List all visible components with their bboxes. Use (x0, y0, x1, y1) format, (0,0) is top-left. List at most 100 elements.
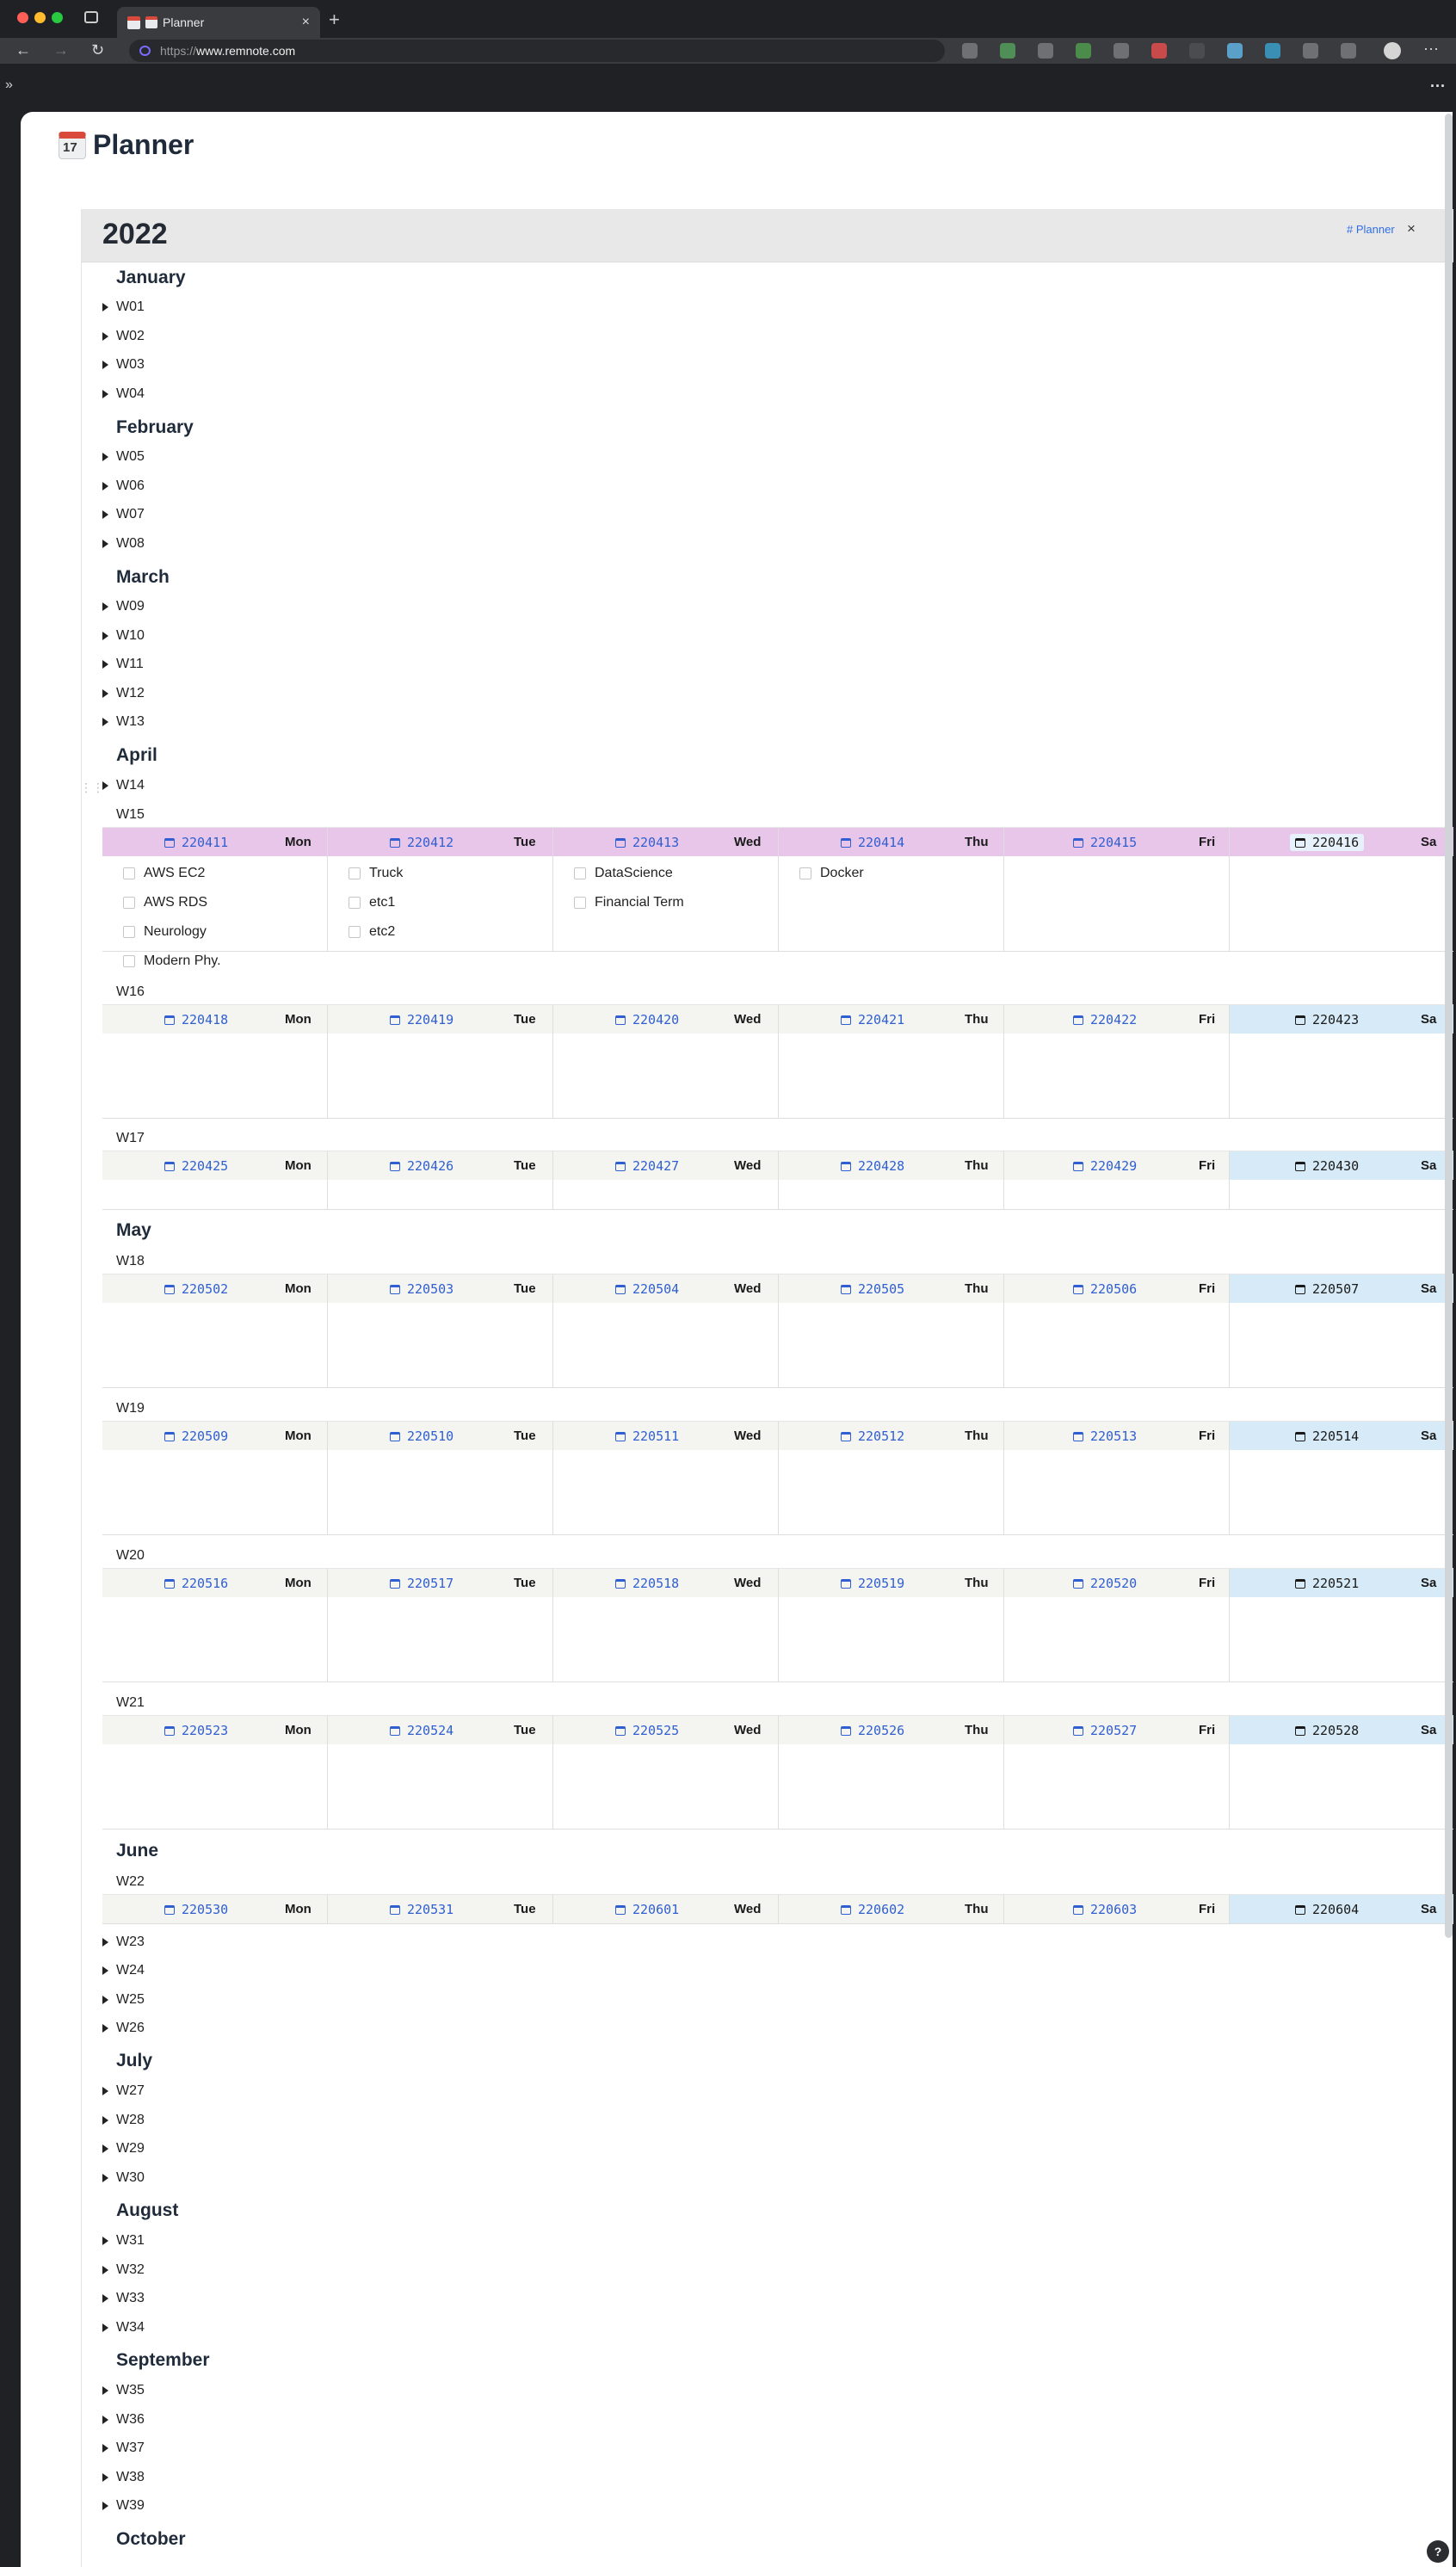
daily-doc-link[interactable]: 220518 (615, 1576, 679, 1591)
todo-item[interactable]: AWS EC2 (123, 866, 205, 881)
week-row[interactable]: W28 (102, 2112, 145, 2129)
week-row[interactable]: W31 (102, 2232, 145, 2249)
checkbox[interactable] (123, 955, 135, 967)
todo-item[interactable]: Truck (349, 866, 403, 881)
forward-arrow-icon[interactable]: → (53, 41, 69, 59)
day-cell-fri[interactable]: 220422 Fri (1004, 1005, 1230, 1119)
back-arrow-icon[interactable]: ← (15, 41, 31, 59)
close-window-button[interactable] (17, 12, 28, 23)
daily-doc-link[interactable]: 220514 (1295, 1429, 1359, 1444)
day-cell-tue[interactable]: 220531 Tue (328, 1895, 553, 1924)
daily-doc-link[interactable]: 220502 (164, 1281, 228, 1297)
tab-close-icon[interactable]: × (302, 15, 310, 30)
maximize-window-button[interactable] (52, 12, 63, 23)
extension-icon[interactable] (1189, 43, 1205, 59)
daily-doc-link[interactable]: 220428 (841, 1158, 904, 1174)
daily-doc-link[interactable]: 220530 (164, 1902, 228, 1917)
daily-doc-link[interactable]: 220504 (615, 1281, 679, 1297)
day-cell-fri[interactable]: 220506 Fri (1004, 1274, 1230, 1388)
daily-doc-link[interactable]: 220416 (1290, 834, 1365, 851)
week-row[interactable]: W39 (102, 2497, 145, 2515)
week-row[interactable]: W12 (102, 685, 145, 702)
day-cell-sat[interactable]: 220430 Sa (1230, 1151, 1453, 1210)
day-cell-thu[interactable]: 220505 Thu (779, 1274, 1004, 1388)
week-row[interactable]: W34 (102, 2319, 145, 2336)
day-cell-fri[interactable]: 220603 Fri (1004, 1895, 1230, 1924)
daily-doc-link[interactable]: 220517 (390, 1576, 453, 1591)
week-row[interactable]: W05 (102, 448, 145, 466)
daily-doc-link[interactable]: 220523 (164, 1723, 228, 1738)
week-row[interactable]: W38 (102, 2469, 145, 2486)
day-cell-tue[interactable]: 220510 Tue (328, 1422, 553, 1535)
daily-doc-link[interactable]: 220516 (164, 1576, 228, 1591)
help-button[interactable]: ? (1427, 2540, 1449, 2563)
week-row[interactable]: W06 (102, 478, 145, 495)
expand-sidebar-icon[interactable]: » (5, 77, 13, 93)
week-label[interactable]: W20 (116, 1547, 145, 1564)
daily-doc-link[interactable]: 220528 (1295, 1723, 1359, 1738)
daily-doc-link[interactable]: 220520 (1073, 1576, 1137, 1591)
daily-doc-link[interactable]: 220419 (390, 1012, 453, 1027)
day-cell-wed[interactable]: 220525 Wed (553, 1716, 779, 1830)
checkbox[interactable] (123, 867, 135, 879)
week-row[interactable]: W35 (102, 2382, 145, 2399)
expand-triangle-icon[interactable] (102, 510, 108, 519)
expand-triangle-icon[interactable] (102, 2024, 108, 2033)
daily-doc-link[interactable]: 220506 (1073, 1281, 1137, 1297)
expand-triangle-icon[interactable] (102, 482, 108, 491)
day-cell-thu[interactable]: 220414 Thu Docker (779, 828, 1004, 952)
expand-triangle-icon[interactable] (102, 689, 108, 698)
day-cell-mon[interactable]: 220418 Mon (102, 1005, 328, 1119)
expand-triangle-icon[interactable] (102, 540, 108, 548)
day-cell-mon[interactable]: 220523 Mon (102, 1716, 328, 1830)
week-row[interactable]: W23 (102, 1934, 145, 1951)
week-row[interactable]: W03 (102, 356, 145, 373)
daily-doc-link[interactable]: 220527 (1073, 1723, 1137, 1738)
day-cell-thu[interactable]: 220602 Thu (779, 1895, 1004, 1924)
day-cell-tue[interactable]: 220412 Tue Truck etc1 etc2 (328, 828, 553, 952)
expand-triangle-icon[interactable] (102, 2116, 108, 2125)
favorites-icon[interactable] (1341, 43, 1356, 59)
day-cell-mon[interactable]: 220502 Mon (102, 1274, 328, 1388)
expand-triangle-icon[interactable] (102, 781, 108, 790)
expand-triangle-icon[interactable] (102, 1938, 108, 1947)
expand-triangle-icon[interactable] (102, 2386, 108, 2395)
daily-doc-link[interactable]: 220413 (615, 835, 679, 850)
day-cell-fri[interactable]: 220527 Fri (1004, 1716, 1230, 1830)
checkbox[interactable] (123, 897, 135, 909)
day-cell-wed[interactable]: 220518 Wed (553, 1569, 779, 1682)
tab-planner[interactable]: Planner × (117, 7, 320, 38)
week-row[interactable]: W01 (102, 299, 145, 316)
expand-triangle-icon[interactable] (102, 2444, 108, 2453)
checkbox[interactable] (799, 867, 811, 879)
week-row[interactable]: W25 (102, 1991, 145, 2009)
daily-doc-link[interactable]: 220415 (1073, 835, 1137, 850)
extension-icon[interactable] (1151, 43, 1167, 59)
tag-close-icon[interactable]: × (1407, 220, 1416, 238)
day-cell-sat[interactable]: 220507 Sa (1230, 1274, 1453, 1388)
week-row[interactable]: W10 (102, 627, 145, 645)
week-row[interactable]: W14 (102, 777, 145, 794)
checkbox[interactable] (123, 926, 135, 938)
profile-avatar[interactable] (1384, 42, 1401, 59)
extension-icon[interactable] (1076, 43, 1091, 59)
week-label[interactable]: W15 (116, 806, 145, 824)
day-cell-thu[interactable]: 220512 Thu (779, 1422, 1004, 1535)
extension-icon[interactable] (1000, 43, 1015, 59)
daily-doc-link[interactable]: 220427 (615, 1158, 679, 1174)
daily-doc-link[interactable]: 220411 (164, 835, 228, 850)
extension-icon[interactable] (1227, 43, 1243, 59)
daily-doc-link[interactable]: 220511 (615, 1429, 679, 1444)
expand-triangle-icon[interactable] (102, 303, 108, 312)
todo-item[interactable]: AWS RDS (123, 895, 207, 910)
daily-doc-link[interactable]: 220603 (1073, 1902, 1137, 1917)
daily-doc-link[interactable]: 220519 (841, 1576, 904, 1591)
extension-icon[interactable] (1114, 43, 1129, 59)
day-cell-mon[interactable]: 220425 Mon (102, 1151, 328, 1210)
day-cell-fri[interactable]: 220415 Fri (1004, 828, 1230, 952)
day-cell-sat[interactable]: 220604 Sa (1230, 1895, 1453, 1924)
reload-icon[interactable]: ↻ (91, 41, 104, 59)
week-row[interactable]: W24 (102, 1962, 145, 1979)
new-tab-button[interactable]: + (329, 9, 340, 31)
browser-sidebar-icon[interactable] (84, 11, 98, 23)
